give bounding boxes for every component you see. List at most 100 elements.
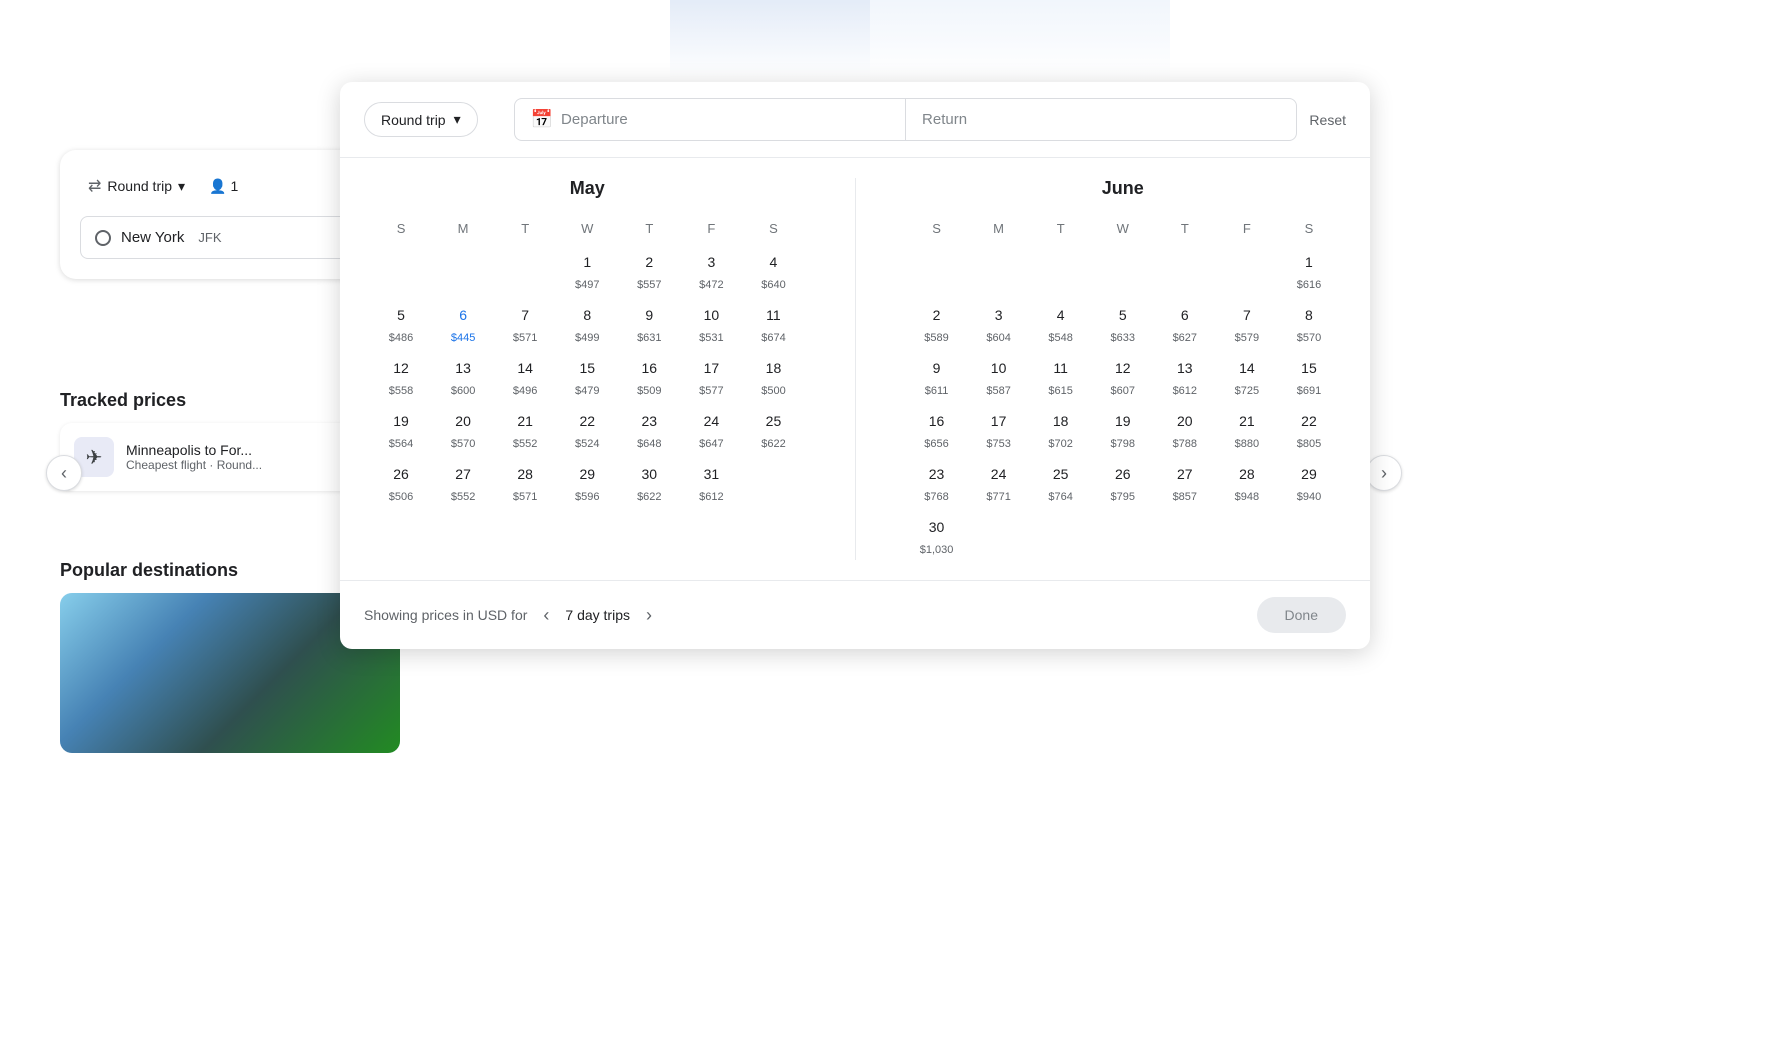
may-day-24[interactable]: 24$647 xyxy=(680,401,742,454)
may-empty-1 xyxy=(370,242,432,295)
may-day-22[interactable]: 22$524 xyxy=(556,401,618,454)
trip-days-label: 7 day trips xyxy=(565,607,630,623)
day-header-f1: F xyxy=(680,215,742,242)
june-day-18[interactable]: 18$702 xyxy=(1030,401,1092,454)
calendar-footer: Showing prices in USD for ‹ 7 day trips … xyxy=(340,580,1370,649)
june-empty-end-5 xyxy=(1216,507,1278,560)
june-day-26[interactable]: 26$795 xyxy=(1092,454,1154,507)
june-day-9[interactable]: 9$611 xyxy=(906,348,968,401)
may-day-26[interactable]: 26$506 xyxy=(370,454,432,507)
day-header-s1: S xyxy=(370,215,432,242)
may-day-3[interactable]: 3$472 xyxy=(680,242,742,295)
june-day-12[interactable]: 12$607 xyxy=(1092,348,1154,401)
june-day-14[interactable]: 14$725 xyxy=(1216,348,1278,401)
june-day-29[interactable]: 29$940 xyxy=(1278,454,1340,507)
june-day-17[interactable]: 17$753 xyxy=(968,401,1030,454)
may-day-18[interactable]: 18$500 xyxy=(742,348,804,401)
may-day-2[interactable]: 2$557 xyxy=(618,242,680,295)
passengers-count: 1 xyxy=(230,178,238,194)
trip-type-button[interactable]: ⇄ Round trip ▾ xyxy=(80,170,193,202)
may-day-8[interactable]: 8$499 xyxy=(556,295,618,348)
may-day-4[interactable]: 4$640 xyxy=(742,242,804,295)
may-day-6[interactable]: 6$445 xyxy=(432,295,494,348)
june-day-13[interactable]: 13$612 xyxy=(1154,348,1216,401)
june-day-7[interactable]: 7$579 xyxy=(1216,295,1278,348)
june-day-6[interactable]: 6$627 xyxy=(1154,295,1216,348)
june-empty-5 xyxy=(1154,242,1216,295)
may-day-13[interactable]: 13$600 xyxy=(432,348,494,401)
may-day-12[interactable]: 12$558 xyxy=(370,348,432,401)
may-day-7[interactable]: 7$571 xyxy=(494,295,556,348)
may-day-30[interactable]: 30$622 xyxy=(618,454,680,507)
deco-blob-2 xyxy=(870,0,1170,80)
may-day-23[interactable]: 23$648 xyxy=(618,401,680,454)
date-inputs: 📅 Departure Return xyxy=(514,98,1298,141)
may-calendar: May S M T W T F S 1$497 2$557 3$472 4$64… xyxy=(370,178,805,560)
origin-code: JFK xyxy=(198,230,221,245)
june-empty-1 xyxy=(906,242,968,295)
may-grid: S M T W T F S 1$497 2$557 3$472 4$640 5$… xyxy=(370,215,805,507)
origin-field[interactable]: New York JFK xyxy=(80,216,380,259)
may-day-14[interactable]: 14$496 xyxy=(494,348,556,401)
calendar-dropdown-icon: ▾ xyxy=(454,111,461,128)
june-day-28[interactable]: 28$948 xyxy=(1216,454,1278,507)
may-day-10[interactable]: 10$531 xyxy=(680,295,742,348)
trip-type-label: Round trip xyxy=(107,178,172,194)
may-day-27[interactable]: 27$552 xyxy=(432,454,494,507)
tracked-item-info: Minneapolis to For... Cheapest flight · … xyxy=(126,442,262,472)
may-day-28[interactable]: 28$571 xyxy=(494,454,556,507)
june-empty-4 xyxy=(1092,242,1154,295)
june-day-10[interactable]: 10$587 xyxy=(968,348,1030,401)
june-day-8[interactable]: 8$570 xyxy=(1278,295,1340,348)
return-input[interactable]: Return xyxy=(905,98,1297,141)
calendar-round-trip-selector[interactable]: Round trip ▾ xyxy=(364,102,478,137)
departure-input[interactable]: 📅 Departure xyxy=(514,98,905,141)
june-day-22[interactable]: 22$805 xyxy=(1278,401,1340,454)
carousel-next-button[interactable]: › xyxy=(1366,455,1402,491)
passengers-button[interactable]: 👤 1 xyxy=(201,172,246,201)
may-day-20[interactable]: 20$570 xyxy=(432,401,494,454)
may-day-29[interactable]: 29$596 xyxy=(556,454,618,507)
may-day-16[interactable]: 16$509 xyxy=(618,348,680,401)
june-day-1[interactable]: 1$616 xyxy=(1278,242,1340,295)
calendar-body: May S M T W T F S 1$497 2$557 3$472 4$64… xyxy=(340,158,1370,580)
june-day-19[interactable]: 19$798 xyxy=(1092,401,1154,454)
june-day-15[interactable]: 15$691 xyxy=(1278,348,1340,401)
trip-days-next-button[interactable]: › xyxy=(638,601,660,630)
june-day-27[interactable]: 27$857 xyxy=(1154,454,1216,507)
june-day-4[interactable]: 4$548 xyxy=(1030,295,1092,348)
reset-button[interactable]: Reset xyxy=(1309,112,1346,128)
may-day-11[interactable]: 11$674 xyxy=(742,295,804,348)
june-day-3[interactable]: 3$604 xyxy=(968,295,1030,348)
may-day-9[interactable]: 9$631 xyxy=(618,295,680,348)
may-day-15[interactable]: 15$479 xyxy=(556,348,618,401)
june-day-20[interactable]: 20$788 xyxy=(1154,401,1216,454)
june-day-11[interactable]: 11$615 xyxy=(1030,348,1092,401)
may-day-31[interactable]: 31$612 xyxy=(680,454,742,507)
june-day-16[interactable]: 16$656 xyxy=(906,401,968,454)
day-header-m1: M xyxy=(432,215,494,242)
calendar-overlay: Round trip ▾ 📅 Departure Return Reset Ma… xyxy=(340,82,1370,649)
carousel-prev-button[interactable]: ‹ xyxy=(46,455,82,491)
june-day-23[interactable]: 23$768 xyxy=(906,454,968,507)
june-day-24[interactable]: 24$771 xyxy=(968,454,1030,507)
return-label: Return xyxy=(922,111,967,128)
june-day-21[interactable]: 21$880 xyxy=(1216,401,1278,454)
june-empty-end-3 xyxy=(1092,507,1154,560)
trip-type-row: ⇄ Round trip ▾ 👤 1 xyxy=(80,170,380,202)
may-day-25[interactable]: 25$622 xyxy=(742,401,804,454)
may-day-5[interactable]: 5$486 xyxy=(370,295,432,348)
june-day-2[interactable]: 2$589 xyxy=(906,295,968,348)
june-day-25[interactable]: 25$764 xyxy=(1030,454,1092,507)
june-day-5[interactable]: 5$633 xyxy=(1092,295,1154,348)
june-day-30[interactable]: 30$1,030 xyxy=(906,507,968,560)
may-day-19[interactable]: 19$564 xyxy=(370,401,432,454)
may-day-21[interactable]: 21$552 xyxy=(494,401,556,454)
done-button[interactable]: Done xyxy=(1257,597,1346,633)
may-day-17[interactable]: 17$577 xyxy=(680,348,742,401)
june-empty-6 xyxy=(1216,242,1278,295)
origin-city: New York xyxy=(121,229,184,246)
tracked-sub: Cheapest flight · Round... xyxy=(126,458,262,472)
trip-days-prev-button[interactable]: ‹ xyxy=(535,601,557,630)
may-day-1[interactable]: 1$497 xyxy=(556,242,618,295)
